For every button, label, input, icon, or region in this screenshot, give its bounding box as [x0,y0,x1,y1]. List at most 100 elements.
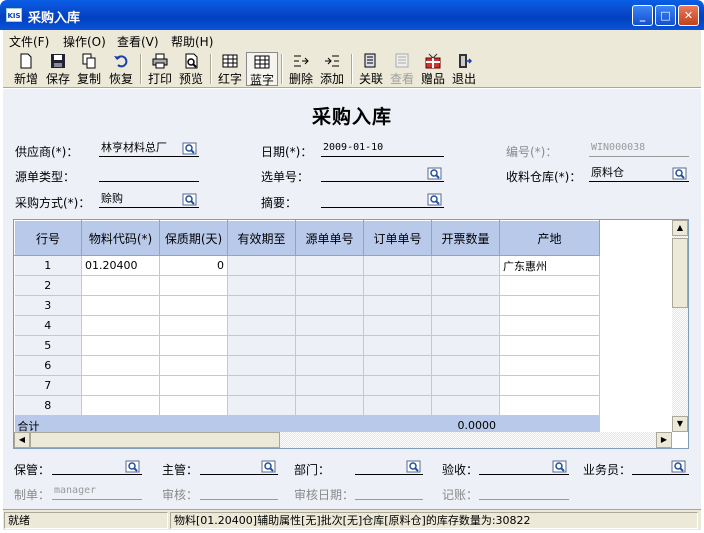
menu-file[interactable]: 文件(F) [9,33,49,50]
grid-cell[interactable] [363,255,432,276]
grid-cell[interactable] [159,275,228,296]
warehouse-lookup-icon[interactable] [672,167,688,181]
grid-cell[interactable] [295,375,364,396]
grid-cell[interactable] [159,355,228,376]
grid-cell[interactable] [227,375,296,396]
grid-cell[interactable] [159,335,228,356]
vertical-scroll-thumb[interactable] [672,238,688,308]
restore-button[interactable]: 恢复 [105,52,137,86]
supplier-lookup-icon[interactable] [182,142,198,156]
department-lookup-icon[interactable] [406,460,422,474]
grid-cell[interactable] [227,275,296,296]
supervisor-lookup-icon[interactable] [261,460,277,474]
column-header[interactable]: 产地 [499,220,600,256]
scroll-right-icon[interactable]: ▶ [656,432,672,448]
grid-cell[interactable]: 广东惠州 [499,255,600,276]
column-header[interactable]: 开票数量 [431,220,500,256]
menu-view[interactable]: 查看(V) [117,33,159,50]
maximize-button[interactable]: □ [655,5,676,26]
detail-grid[interactable]: 行号 物料代码(*) 保质期(天) 有效期至 源单单号 订单单号 开票数量 产地 1 01.20… [13,219,689,449]
summary-field[interactable] [321,192,444,208]
grid-cell[interactable] [295,295,364,316]
table-row[interactable]: 1 01.20400 0 广东惠州 [14,255,600,276]
column-header[interactable]: 物料代码(*) [81,220,160,256]
grid-cell[interactable] [295,255,364,276]
grid-cell[interactable] [431,275,500,296]
salesman-lookup-icon[interactable] [671,460,687,474]
grid-cell[interactable] [81,295,160,316]
summary-lookup-icon[interactable] [427,193,443,207]
grid-cell[interactable] [499,295,600,316]
grid-cell[interactable] [159,315,228,336]
select-no-lookup-icon[interactable] [427,167,443,181]
exit-button[interactable]: 退出 [448,52,480,86]
grid-cell[interactable] [295,335,364,356]
table-row[interactable]: 5 [14,335,600,356]
menu-help[interactable]: 帮助(H) [171,33,213,50]
table-row[interactable]: 7 [14,375,600,396]
table-row[interactable]: 6 [14,355,600,376]
grid-cell[interactable] [431,335,500,356]
table-row[interactable]: 3 [14,295,600,316]
grid-cell[interactable] [363,335,432,356]
grid-cell[interactable]: 0 [159,255,228,276]
grid-cell[interactable]: 01.20400 [81,255,160,276]
grid-cell[interactable] [227,315,296,336]
grid-cell[interactable] [431,255,500,276]
grid-cell[interactable] [431,295,500,316]
delete-button[interactable]: 删除 [285,52,317,86]
grid-cell[interactable] [363,315,432,336]
table-row[interactable]: 4 [14,315,600,336]
grid-cell[interactable] [431,355,500,376]
inspect-lookup-icon[interactable] [552,460,568,474]
grid-cell[interactable] [227,335,296,356]
grid-cell[interactable] [227,255,296,276]
column-header[interactable]: 行号 [14,220,82,256]
minimize-button[interactable]: _ [632,5,653,26]
grid-cell[interactable] [363,395,432,416]
purchase-mode-lookup-icon[interactable] [182,193,198,207]
grid-cell[interactable] [499,315,600,336]
horizontal-scrollbar[interactable]: ◀ ▶ [14,432,672,448]
grid-cell[interactable] [499,355,600,376]
grid-cell[interactable] [159,295,228,316]
grid-cell[interactable] [227,295,296,316]
date-field[interactable]: 2009-01-10 [321,141,444,157]
grid-cell[interactable] [363,295,432,316]
grid-cell[interactable] [499,335,600,356]
red-text-button[interactable]: 红字 [214,52,246,86]
new-button[interactable]: 新增 [10,52,42,86]
grid-cell[interactable] [295,395,364,416]
grid-cell[interactable] [81,375,160,396]
select-no-field[interactable] [321,166,444,182]
column-header[interactable]: 源单单号 [295,220,364,256]
grid-cell[interactable] [227,355,296,376]
grid-cell[interactable] [431,315,500,336]
preview-button[interactable]: 预览 [175,52,207,86]
column-header[interactable]: 有效期至 [227,220,296,256]
add-button[interactable]: 添加 [316,52,348,86]
keeper-lookup-icon[interactable] [125,460,141,474]
grid-cell[interactable] [499,375,600,396]
column-header[interactable]: 保质期(天) [159,220,228,256]
grid-cell[interactable] [499,275,600,296]
copy-button[interactable]: 复制 [73,52,105,86]
grid-cell[interactable] [159,375,228,396]
blue-text-button[interactable]: 蓝字 [246,52,278,87]
link-button[interactable]: 关联 [355,52,387,86]
grid-cell[interactable] [227,395,296,416]
menu-operation[interactable]: 操作(O) [63,33,106,50]
column-header[interactable]: 订单单号 [363,220,432,256]
table-row[interactable]: 2 [14,275,600,296]
grid-cell[interactable] [431,375,500,396]
table-row[interactable]: 8 [14,395,600,416]
grid-cell[interactable] [81,275,160,296]
grid-cell[interactable] [363,275,432,296]
view-button[interactable]: 查看 [386,52,418,86]
scroll-left-icon[interactable]: ◀ [14,432,30,448]
close-button[interactable]: ✕ [678,5,699,26]
horizontal-scroll-thumb[interactable] [30,432,280,448]
grid-cell[interactable] [81,395,160,416]
save-button[interactable]: 保存 [42,52,74,86]
grid-cell[interactable] [363,355,432,376]
